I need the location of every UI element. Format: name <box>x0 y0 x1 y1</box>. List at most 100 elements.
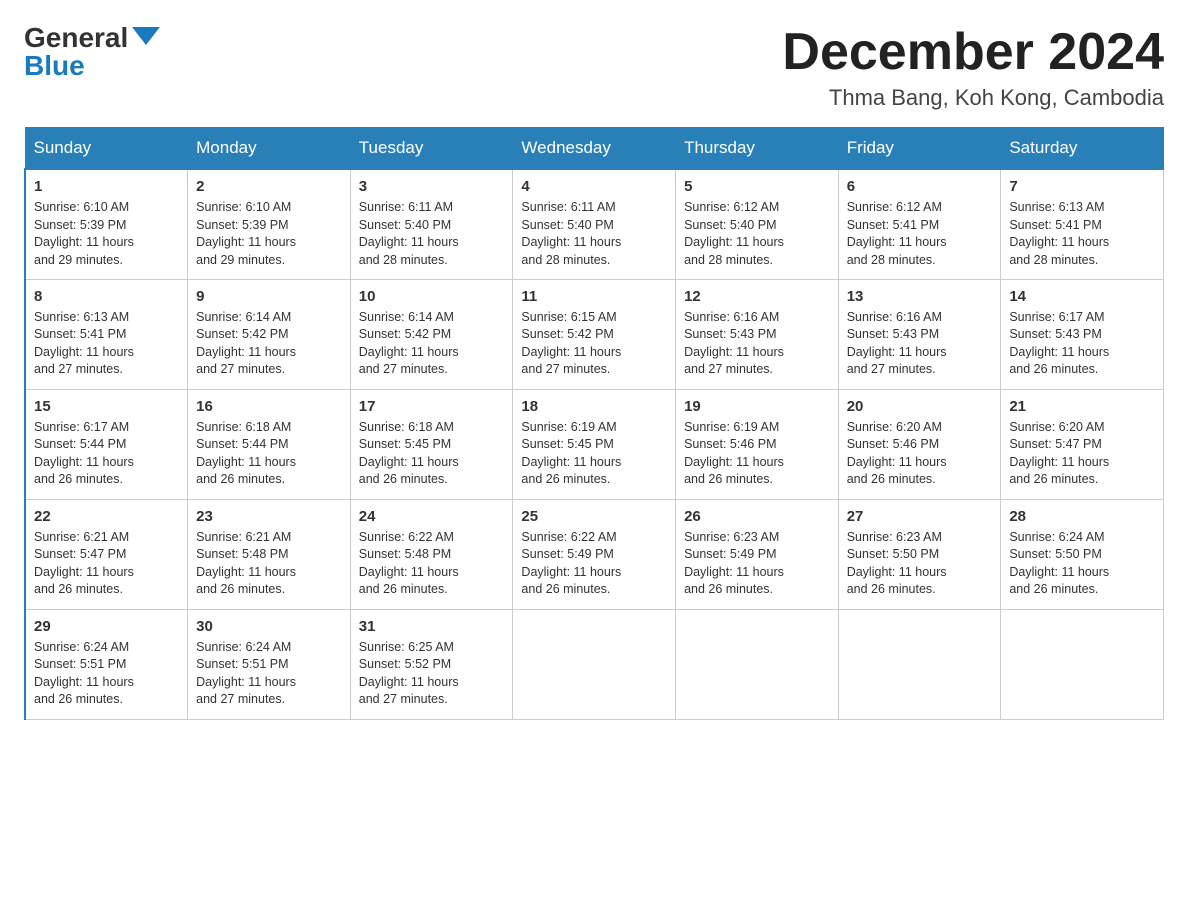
day-number: 14 <box>1009 288 1155 305</box>
day-number: 30 <box>196 618 342 635</box>
day-number: 29 <box>34 618 179 635</box>
day-number: 9 <box>196 288 342 305</box>
calendar-day-cell: 12 Sunrise: 6:16 AM Sunset: 5:43 PM Dayl… <box>676 279 839 389</box>
day-info: Sunrise: 6:13 AM Sunset: 5:41 PM Dayligh… <box>34 309 179 379</box>
calendar-day-cell: 6 Sunrise: 6:12 AM Sunset: 5:41 PM Dayli… <box>838 169 1001 279</box>
day-info: Sunrise: 6:22 AM Sunset: 5:49 PM Dayligh… <box>521 529 667 599</box>
day-number: 26 <box>684 508 830 525</box>
calendar-week-row: 22 Sunrise: 6:21 AM Sunset: 5:47 PM Dayl… <box>25 499 1164 609</box>
logo-triangle-icon <box>132 27 160 45</box>
calendar-day-cell: 13 Sunrise: 6:16 AM Sunset: 5:43 PM Dayl… <box>838 279 1001 389</box>
day-number: 15 <box>34 398 179 415</box>
calendar-day-cell: 15 Sunrise: 6:17 AM Sunset: 5:44 PM Dayl… <box>25 389 188 499</box>
day-number: 25 <box>521 508 667 525</box>
day-info: Sunrise: 6:12 AM Sunset: 5:41 PM Dayligh… <box>847 199 993 269</box>
day-info: Sunrise: 6:15 AM Sunset: 5:42 PM Dayligh… <box>521 309 667 379</box>
calendar-week-row: 15 Sunrise: 6:17 AM Sunset: 5:44 PM Dayl… <box>25 389 1164 499</box>
day-info: Sunrise: 6:19 AM Sunset: 5:45 PM Dayligh… <box>521 419 667 489</box>
calendar-day-cell: 16 Sunrise: 6:18 AM Sunset: 5:44 PM Dayl… <box>188 389 351 499</box>
day-info: Sunrise: 6:23 AM Sunset: 5:49 PM Dayligh… <box>684 529 830 599</box>
header-row: SundayMondayTuesdayWednesdayThursdayFrid… <box>25 128 1164 170</box>
calendar-day-cell: 30 Sunrise: 6:24 AM Sunset: 5:51 PM Dayl… <box>188 609 351 719</box>
calendar-day-cell: 14 Sunrise: 6:17 AM Sunset: 5:43 PM Dayl… <box>1001 279 1164 389</box>
day-info: Sunrise: 6:24 AM Sunset: 5:51 PM Dayligh… <box>196 639 342 709</box>
day-of-week-header: Wednesday <box>513 128 676 170</box>
calendar-day-cell: 28 Sunrise: 6:24 AM Sunset: 5:50 PM Dayl… <box>1001 499 1164 609</box>
day-number: 27 <box>847 508 993 525</box>
day-number: 1 <box>34 178 179 195</box>
day-info: Sunrise: 6:19 AM Sunset: 5:46 PM Dayligh… <box>684 419 830 489</box>
day-number: 13 <box>847 288 993 305</box>
calendar-day-cell: 1 Sunrise: 6:10 AM Sunset: 5:39 PM Dayli… <box>25 169 188 279</box>
day-number: 23 <box>196 508 342 525</box>
calendar-day-cell: 23 Sunrise: 6:21 AM Sunset: 5:48 PM Dayl… <box>188 499 351 609</box>
calendar-day-cell: 31 Sunrise: 6:25 AM Sunset: 5:52 PM Dayl… <box>350 609 513 719</box>
day-info: Sunrise: 6:11 AM Sunset: 5:40 PM Dayligh… <box>521 199 667 269</box>
day-info: Sunrise: 6:10 AM Sunset: 5:39 PM Dayligh… <box>34 199 179 269</box>
calendar-day-cell: 17 Sunrise: 6:18 AM Sunset: 5:45 PM Dayl… <box>350 389 513 499</box>
calendar-day-cell: 11 Sunrise: 6:15 AM Sunset: 5:42 PM Dayl… <box>513 279 676 389</box>
day-number: 19 <box>684 398 830 415</box>
day-of-week-header: Thursday <box>676 128 839 170</box>
day-number: 22 <box>34 508 179 525</box>
day-info: Sunrise: 6:22 AM Sunset: 5:48 PM Dayligh… <box>359 529 505 599</box>
logo-blue-text: Blue <box>24 52 85 80</box>
calendar-week-row: 1 Sunrise: 6:10 AM Sunset: 5:39 PM Dayli… <box>25 169 1164 279</box>
day-number: 31 <box>359 618 505 635</box>
calendar-day-cell: 4 Sunrise: 6:11 AM Sunset: 5:40 PM Dayli… <box>513 169 676 279</box>
day-of-week-header: Monday <box>188 128 351 170</box>
day-number: 21 <box>1009 398 1155 415</box>
day-number: 16 <box>196 398 342 415</box>
calendar-day-cell: 5 Sunrise: 6:12 AM Sunset: 5:40 PM Dayli… <box>676 169 839 279</box>
calendar-day-cell: 26 Sunrise: 6:23 AM Sunset: 5:49 PM Dayl… <box>676 499 839 609</box>
calendar-day-cell: 25 Sunrise: 6:22 AM Sunset: 5:49 PM Dayl… <box>513 499 676 609</box>
day-of-week-header: Saturday <box>1001 128 1164 170</box>
day-number: 10 <box>359 288 505 305</box>
calendar-day-cell: 21 Sunrise: 6:20 AM Sunset: 5:47 PM Dayl… <box>1001 389 1164 499</box>
day-number: 24 <box>359 508 505 525</box>
calendar-day-cell <box>676 609 839 719</box>
day-number: 11 <box>521 288 667 305</box>
calendar-day-cell: 7 Sunrise: 6:13 AM Sunset: 5:41 PM Dayli… <box>1001 169 1164 279</box>
day-number: 5 <box>684 178 830 195</box>
logo-general-text: General <box>24 24 128 52</box>
day-info: Sunrise: 6:12 AM Sunset: 5:40 PM Dayligh… <box>684 199 830 269</box>
day-info: Sunrise: 6:24 AM Sunset: 5:51 PM Dayligh… <box>34 639 179 709</box>
day-of-week-header: Tuesday <box>350 128 513 170</box>
day-info: Sunrise: 6:21 AM Sunset: 5:47 PM Dayligh… <box>34 529 179 599</box>
day-info: Sunrise: 6:14 AM Sunset: 5:42 PM Dayligh… <box>359 309 505 379</box>
calendar-day-cell <box>1001 609 1164 719</box>
day-info: Sunrise: 6:17 AM Sunset: 5:43 PM Dayligh… <box>1009 309 1155 379</box>
day-number: 18 <box>521 398 667 415</box>
day-info: Sunrise: 6:20 AM Sunset: 5:46 PM Dayligh… <box>847 419 993 489</box>
day-number: 17 <box>359 398 505 415</box>
day-info: Sunrise: 6:17 AM Sunset: 5:44 PM Dayligh… <box>34 419 179 489</box>
day-info: Sunrise: 6:20 AM Sunset: 5:47 PM Dayligh… <box>1009 419 1155 489</box>
title-section: December 2024 Thma Bang, Koh Kong, Cambo… <box>782 24 1164 111</box>
day-info: Sunrise: 6:13 AM Sunset: 5:41 PM Dayligh… <box>1009 199 1155 269</box>
day-number: 2 <box>196 178 342 195</box>
calendar-day-cell: 27 Sunrise: 6:23 AM Sunset: 5:50 PM Dayl… <box>838 499 1001 609</box>
day-info: Sunrise: 6:16 AM Sunset: 5:43 PM Dayligh… <box>684 309 830 379</box>
day-info: Sunrise: 6:18 AM Sunset: 5:45 PM Dayligh… <box>359 419 505 489</box>
day-info: Sunrise: 6:14 AM Sunset: 5:42 PM Dayligh… <box>196 309 342 379</box>
page-header: General Blue December 2024 Thma Bang, Ko… <box>24 24 1164 111</box>
day-info: Sunrise: 6:11 AM Sunset: 5:40 PM Dayligh… <box>359 199 505 269</box>
day-of-week-header: Friday <box>838 128 1001 170</box>
calendar-day-cell: 8 Sunrise: 6:13 AM Sunset: 5:41 PM Dayli… <box>25 279 188 389</box>
day-number: 3 <box>359 178 505 195</box>
calendar-day-cell: 20 Sunrise: 6:20 AM Sunset: 5:46 PM Dayl… <box>838 389 1001 499</box>
calendar-day-cell <box>513 609 676 719</box>
calendar-day-cell <box>838 609 1001 719</box>
day-number: 12 <box>684 288 830 305</box>
calendar-week-row: 29 Sunrise: 6:24 AM Sunset: 5:51 PM Dayl… <box>25 609 1164 719</box>
location-subtitle: Thma Bang, Koh Kong, Cambodia <box>782 85 1164 111</box>
day-info: Sunrise: 6:24 AM Sunset: 5:50 PM Dayligh… <box>1009 529 1155 599</box>
calendar-day-cell: 29 Sunrise: 6:24 AM Sunset: 5:51 PM Dayl… <box>25 609 188 719</box>
day-number: 7 <box>1009 178 1155 195</box>
calendar-day-cell: 22 Sunrise: 6:21 AM Sunset: 5:47 PM Dayl… <box>25 499 188 609</box>
day-info: Sunrise: 6:18 AM Sunset: 5:44 PM Dayligh… <box>196 419 342 489</box>
day-info: Sunrise: 6:16 AM Sunset: 5:43 PM Dayligh… <box>847 309 993 379</box>
calendar-day-cell: 19 Sunrise: 6:19 AM Sunset: 5:46 PM Dayl… <box>676 389 839 499</box>
calendar-table: SundayMondayTuesdayWednesdayThursdayFrid… <box>24 127 1164 720</box>
